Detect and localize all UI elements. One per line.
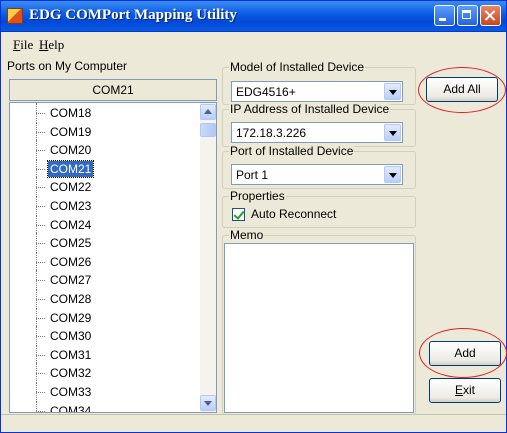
port-item[interactable]: COM28 [10,289,200,309]
port-item[interactable]: COM23 [10,196,200,216]
auto-reconnect-checkbox[interactable] [232,208,245,221]
port-item-label: COM27 [50,273,92,288]
menu-bar: File Help [1,32,506,56]
tree-branch [36,261,45,263]
title-bar[interactable]: EDG COMPort Mapping Utility [1,1,506,32]
auto-reconnect-label[interactable]: Auto Reconnect [251,207,336,221]
tree-branch [36,280,45,282]
chevron-down-icon [389,90,397,95]
menu-help[interactable]: Help [39,37,64,53]
menu-file[interactable]: File [13,37,33,53]
tree-branch [36,150,45,152]
port-dropdown-button[interactable] [384,166,401,183]
chevron-down-icon [389,173,397,178]
tree-branch [36,206,45,207]
add-highlight [419,328,507,378]
port-item-label: COM19 [50,124,92,139]
minimize-icon [435,6,454,25]
ip-label: IP Address of Installed Device [229,102,391,116]
port-item-label: COM23 [50,199,92,213]
ports-tree-items: COM18 COM19 COM20 COM21 COM22 COM23 COM24 COM25… [10,103,200,412]
port-item-label: COM21 [46,159,95,178]
port-item[interactable]: COM34 [10,400,200,412]
port-item[interactable]: COM24 [10,214,200,235]
port-item-label: COM28 [50,292,92,306]
port-item[interactable]: COM30 [10,326,200,347]
port-item-label: COM22 [50,180,92,195]
port-item[interactable]: COM33 [10,382,200,402]
port-item[interactable]: COM31 [10,344,200,365]
tree-branch [36,410,45,412]
ports-group-label: Ports on My Computer [6,59,129,73]
chevron-up-icon [204,109,212,114]
port-item-label: COM25 [50,236,92,251]
port-item[interactable]: COM20 [10,140,200,161]
port-item-label: COM33 [50,385,92,399]
model-dropdown-button[interactable] [384,83,401,100]
tree-branch [36,168,45,170]
ip-value: 172.18.3.226 [236,126,307,140]
tree-branch [36,317,45,319]
tree-branch [36,373,45,375]
tree-branch [36,131,45,133]
port-item-label: COM20 [50,143,92,158]
status-bar [1,414,506,432]
model-select[interactable]: EDG4516+ [231,81,403,102]
port-item[interactable]: COM27 [10,270,200,291]
tree-branch [36,392,45,393]
port-item[interactable]: COM18 [10,103,200,123]
scroll-thumb[interactable] [200,123,216,137]
model-label: Model of Installed Device [229,60,366,74]
port-item-label: COM34 [50,403,92,412]
port-item[interactable]: COM22 [10,177,200,198]
scroll-down-button[interactable] [200,395,216,411]
port-label: Port of Installed Device [229,144,355,158]
minimize-button[interactable] [434,5,455,26]
memo-textarea[interactable] [224,243,414,413]
maximize-button[interactable] [457,5,478,26]
port-item[interactable]: COM29 [10,307,200,328]
close-button[interactable] [480,5,501,26]
port-item[interactable]: COM19 [10,121,200,142]
port-select[interactable]: Port 1 [231,164,403,185]
chevron-down-icon [389,131,397,136]
app-window: EDG COMPort Mapping Utility File Help Po… [0,0,507,433]
exit-button[interactable]: Exit [429,378,501,403]
model-value: EDG4516+ [236,85,296,99]
port-item[interactable]: COM26 [10,251,200,272]
tree-branch [36,113,45,114]
port-value: Port 1 [236,168,269,182]
tree-branch [36,187,45,189]
port-item-label: COM18 [50,106,92,120]
properties-label: Properties [229,189,286,203]
port-item-label: COM32 [50,366,92,381]
tree-branch [36,336,45,338]
port-item[interactable]: COM25 [10,233,200,254]
ports-scrollbar[interactable] [200,103,216,412]
tree-branch [36,299,45,300]
ports-tree[interactable]: COM18 COM19 COM20 COM21 COM22 COM23 COM24 COM25… [9,102,217,413]
ports-list-header: COM21 [9,79,217,101]
ip-dropdown-button[interactable] [384,124,401,141]
maximize-icon [458,6,477,25]
port-item-label: COM31 [50,347,92,362]
window-title: EDG COMPort Mapping Utility [29,7,237,23]
scroll-up-button[interactable] [200,104,216,120]
close-icon [481,6,500,25]
tree-branch [36,224,45,226]
ip-select[interactable]: 172.18.3.226 [231,122,403,143]
tree-branch [36,243,45,245]
chevron-down-icon [204,401,212,406]
port-item[interactable]: COM32 [10,363,200,384]
plug-icon [7,8,23,24]
port-item-label: COM30 [50,329,92,344]
port-item-label: COM26 [50,254,92,269]
tree-branch [36,354,45,356]
port-item-label: COM24 [50,217,92,232]
add-all-highlight [418,67,506,113]
port-item[interactable]: COM21 [10,158,200,179]
port-item-label: COM29 [50,310,92,325]
memo-label: Memo [229,228,265,242]
checkmark-icon [233,208,245,220]
